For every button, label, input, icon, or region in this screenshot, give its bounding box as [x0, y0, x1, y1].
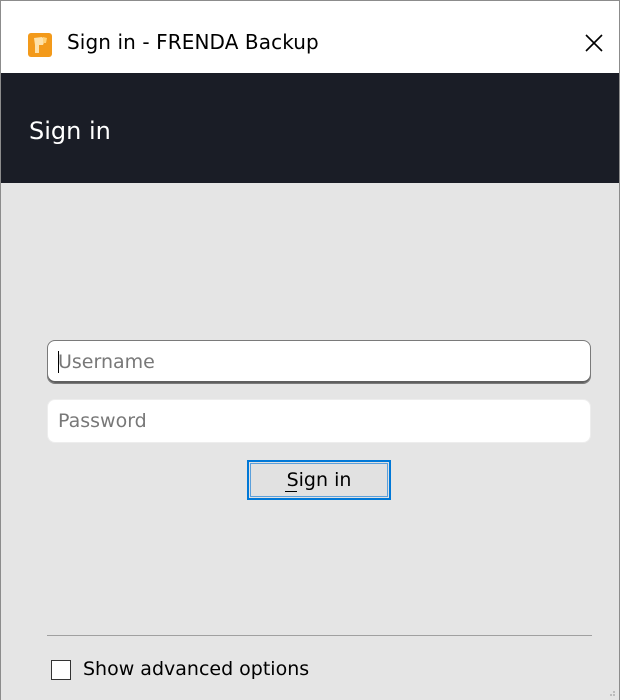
close-button[interactable] [567, 21, 619, 67]
access-key-underline [285, 491, 297, 492]
title-bar: Sign in - FRENDA Backup [1, 1, 619, 73]
page-title: Sign in [29, 117, 111, 145]
footer-divider [47, 635, 592, 636]
text-caret [58, 351, 59, 373]
app-icon [28, 33, 52, 57]
advanced-options-label[interactable]: Show advanced options [83, 658, 309, 680]
signin-button-label: Sign in [250, 463, 388, 497]
signin-button[interactable]: Sign in [247, 460, 391, 500]
signin-window: Sign in - FRENDA Backup Sign in Sign in … [0, 0, 620, 700]
advanced-options-checkbox[interactable] [51, 660, 71, 680]
window-title: Sign in - FRENDA Backup [67, 30, 319, 54]
header-banner: Sign in [1, 73, 619, 183]
resize-grip-icon[interactable] [606, 687, 616, 697]
username-input[interactable] [47, 340, 591, 384]
close-icon [585, 34, 603, 52]
password-input[interactable] [47, 399, 591, 443]
